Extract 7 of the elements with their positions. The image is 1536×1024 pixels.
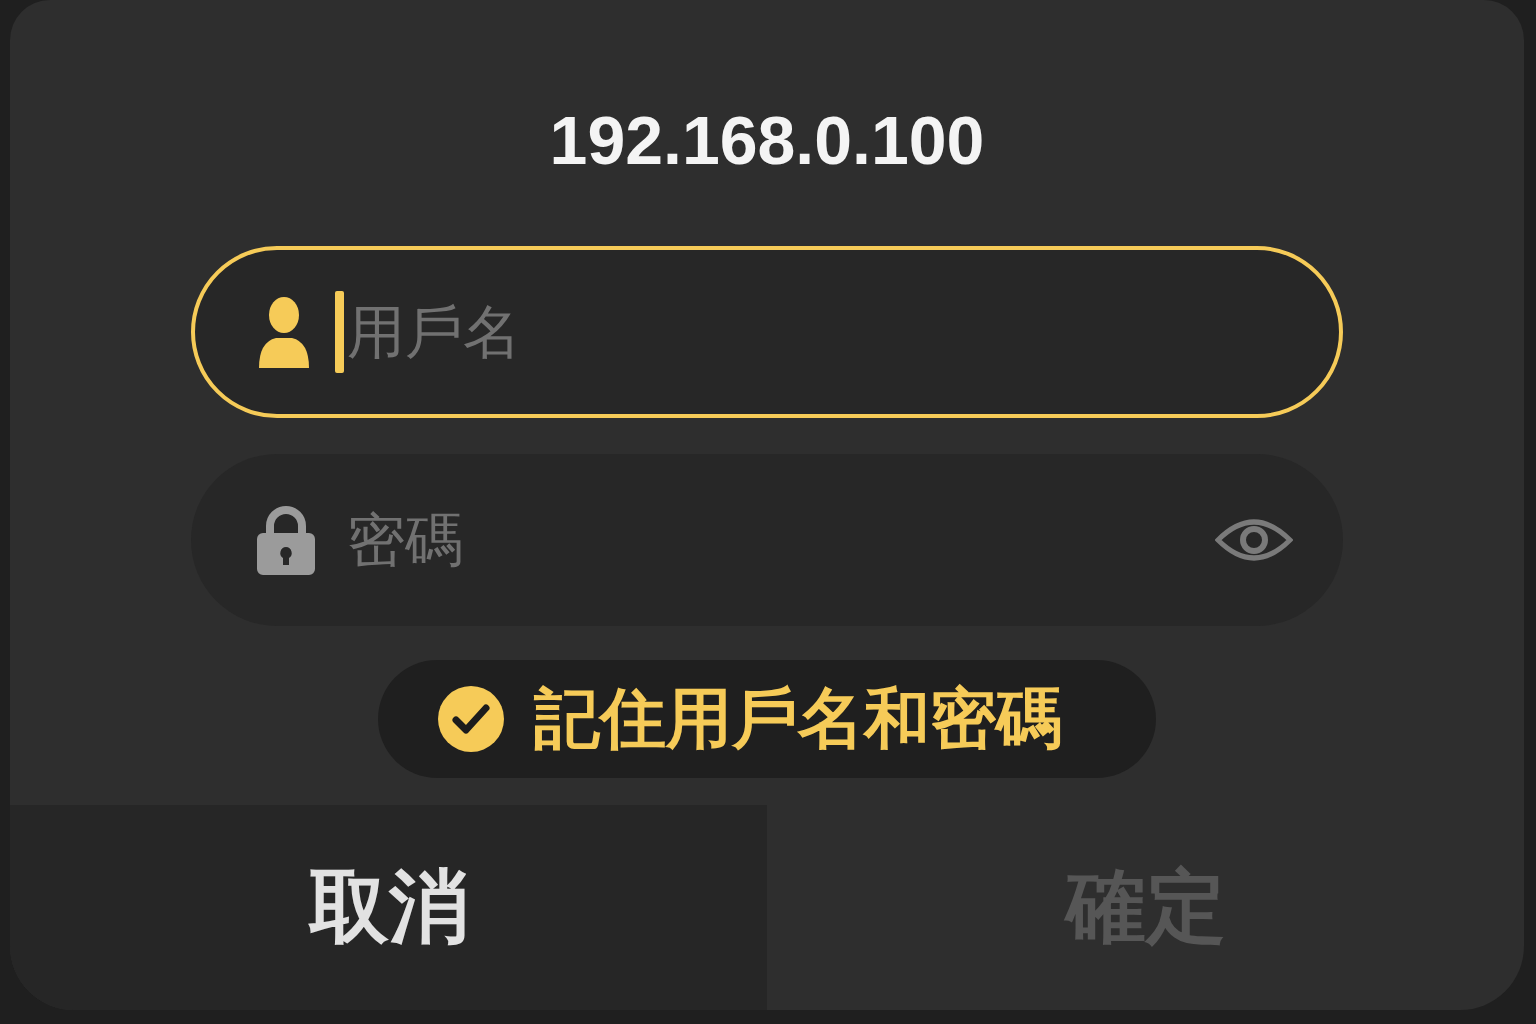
dialog-title: 192.168.0.100	[549, 101, 985, 180]
username-field[interactable]: 用戶名	[191, 246, 1343, 418]
person-icon	[257, 296, 311, 368]
lock-icon	[257, 505, 315, 575]
password-field[interactable]: 密碼	[191, 454, 1343, 626]
remember-checkbox[interactable]: 記住用戶名和密碼	[378, 660, 1156, 778]
dialog-button[interactable]: 取消	[10, 805, 767, 1010]
